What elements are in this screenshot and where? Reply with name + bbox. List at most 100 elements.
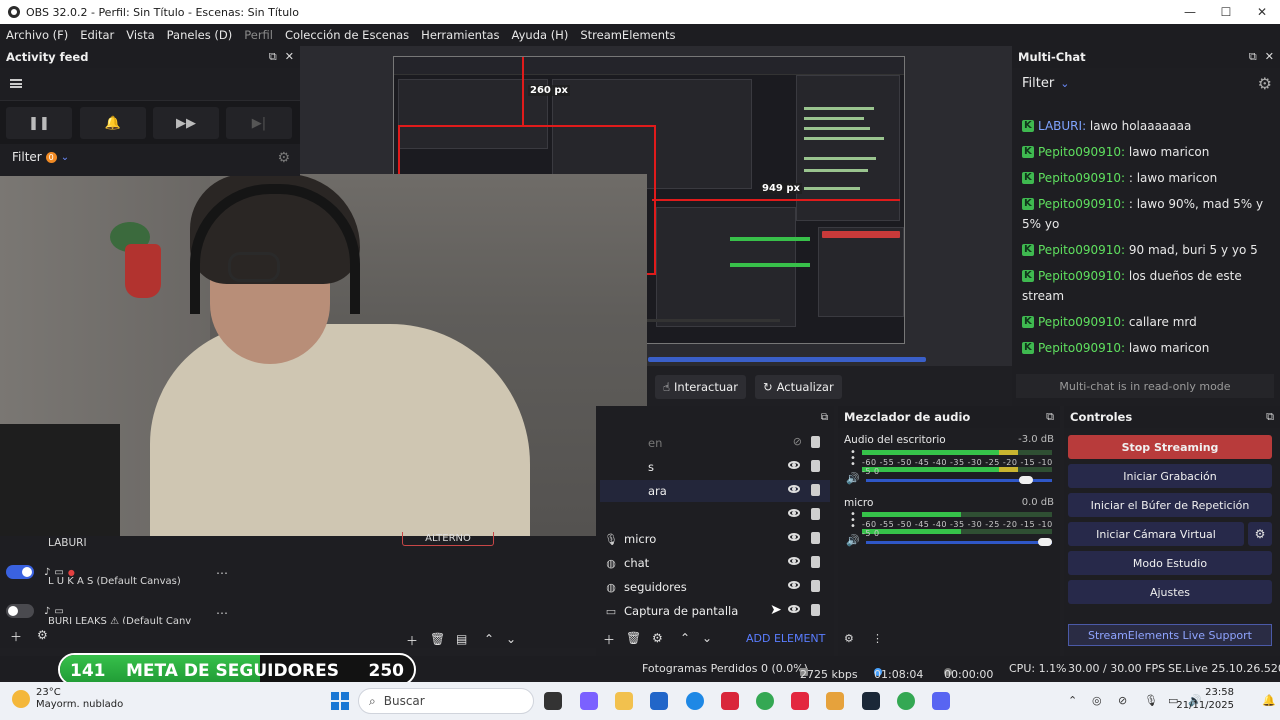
- more-icon[interactable]: ⋯: [216, 606, 228, 620]
- lock-icon[interactable]: [811, 484, 820, 496]
- lock-icon[interactable]: [811, 580, 820, 592]
- add-element-button[interactable]: ADD ELEMENT: [746, 632, 825, 645]
- interact-button[interactable]: ☝ Interactuar: [655, 375, 746, 399]
- gear-icon[interactable]: ⚙: [1258, 74, 1272, 93]
- volume-slider[interactable]: [866, 541, 1052, 544]
- add-icon[interactable]: ＋: [10, 628, 22, 645]
- down-icon[interactable]: ⌄: [506, 632, 516, 646]
- gear-icon[interactable]: ⚙: [1248, 522, 1272, 546]
- clock[interactable]: 23:58 21/11/2025: [1176, 686, 1234, 712]
- channel-menu-icon[interactable]: • • •: [850, 510, 856, 532]
- edge-icon[interactable]: [686, 692, 704, 710]
- preview-scrollbar[interactable]: [648, 357, 926, 362]
- volume-knob[interactable]: [1038, 538, 1052, 546]
- skip-icon[interactable]: ▶▶: [153, 107, 219, 139]
- eye-icon[interactable]: [788, 461, 800, 469]
- gear-icon[interactable]: ⚙: [37, 628, 48, 642]
- menu-streamelements[interactable]: StreamElements: [574, 28, 681, 42]
- weather-widget[interactable]: 23°C Mayorm. nublado: [12, 687, 123, 711]
- source-item-screen-capture[interactable]: ▭ Captura de pantalla: [600, 600, 830, 622]
- pause-icon[interactable]: ❚❚: [6, 107, 72, 139]
- notification-icon[interactable]: 🔔: [1262, 694, 1276, 707]
- windows-start-icon[interactable]: [331, 692, 349, 710]
- eye-icon[interactable]: [788, 557, 800, 565]
- source-item-micro[interactable]: 🎙 micro: [600, 528, 830, 550]
- tray-app-icon[interactable]: ⊘: [1118, 694, 1127, 707]
- up-icon[interactable]: ⌃: [680, 631, 690, 645]
- scene-item-laburi[interactable]: LABURI: [6, 532, 230, 554]
- lock-icon[interactable]: [811, 436, 820, 448]
- app-icon[interactable]: [721, 692, 739, 710]
- maximize-icon[interactable]: ☐: [1208, 0, 1244, 24]
- add-icon[interactable]: ＋: [406, 632, 418, 649]
- task-view-icon[interactable]: [544, 692, 562, 710]
- eye-icon[interactable]: [788, 509, 800, 517]
- tray-app-icon[interactable]: ◎: [1092, 694, 1102, 707]
- chrome-icon[interactable]: [897, 692, 915, 710]
- music-icon[interactable]: [791, 692, 809, 710]
- source-item[interactable]: en ⊘: [600, 432, 830, 454]
- menu-icon[interactable]: [10, 79, 22, 88]
- start-recording-button[interactable]: Iniciar Grabación: [1068, 464, 1272, 488]
- close-icon[interactable]: ✕: [1244, 0, 1280, 24]
- steam-icon[interactable]: [862, 692, 880, 710]
- scene-toggle[interactable]: [6, 604, 34, 618]
- trash-icon[interactable]: 🗑: [626, 631, 641, 645]
- menu-file[interactable]: Archivo (F): [0, 28, 74, 42]
- eye-icon[interactable]: [788, 485, 800, 493]
- close-dock-icon[interactable]: ✕: [1265, 50, 1274, 64]
- up-icon[interactable]: ⌃: [484, 632, 494, 646]
- chrome-icon[interactable]: [756, 692, 774, 710]
- store-icon[interactable]: [650, 692, 668, 710]
- source-item[interactable]: ara: [600, 480, 830, 502]
- menu-edit[interactable]: Editar: [74, 28, 120, 42]
- copilot-icon[interactable]: [580, 692, 598, 710]
- lock-icon[interactable]: [811, 460, 820, 472]
- close-dock-icon[interactable]: ✕: [285, 50, 294, 64]
- add-source-icon[interactable]: ＋: [603, 631, 615, 648]
- taskbar-search[interactable]: ⌕ Buscar: [358, 688, 534, 714]
- start-replay-buffer-button[interactable]: Iniciar el Búfer de Repetición: [1068, 493, 1272, 517]
- eye-hidden-icon[interactable]: ⊘: [793, 435, 802, 448]
- multichat-filter[interactable]: Filter ⌄: [1022, 76, 1069, 91]
- float-icon[interactable]: ⧉: [1046, 410, 1054, 424]
- discord-icon[interactable]: [932, 692, 950, 710]
- stop-streaming-button[interactable]: Stop Streaming: [1068, 435, 1272, 459]
- eye-icon[interactable]: [788, 581, 800, 589]
- app-icon[interactable]: [826, 692, 844, 710]
- skip-end-icon[interactable]: ▶|: [226, 107, 292, 139]
- more-icon[interactable]: ⋮: [872, 632, 883, 645]
- streamelements-support-button[interactable]: StreamElements Live Support: [1068, 624, 1272, 646]
- activity-filter[interactable]: Filter 0 ⌄: [12, 150, 69, 164]
- more-icon[interactable]: ⋯: [216, 566, 228, 580]
- scene-toggle[interactable]: [6, 565, 34, 579]
- menu-docks[interactable]: Paneles (D): [161, 28, 239, 42]
- file-explorer-icon[interactable]: [615, 692, 633, 710]
- source-item-chat[interactable]: ◍ chat: [600, 552, 830, 574]
- down-icon[interactable]: ⌄: [702, 631, 712, 645]
- webcam-source[interactable]: [0, 174, 647, 536]
- studio-mode-button[interactable]: Modo Estudio: [1068, 551, 1272, 575]
- settings-button[interactable]: Ajustes: [1068, 580, 1272, 604]
- float-icon[interactable]: ⧉: [821, 412, 828, 423]
- eye-icon[interactable]: [788, 605, 800, 613]
- menu-tools[interactable]: Herramientas: [415, 28, 505, 42]
- filter-icon[interactable]: ▤: [456, 632, 467, 646]
- lock-icon[interactable]: [811, 604, 820, 616]
- microphone-icon[interactable]: 🎙: [1144, 694, 1158, 707]
- lock-icon[interactable]: [811, 532, 820, 544]
- source-item[interactable]: [600, 504, 830, 526]
- menu-help[interactable]: Ayuda (H): [506, 28, 575, 42]
- tray-chevron-icon[interactable]: ⌃: [1068, 694, 1077, 707]
- channel-menu-icon[interactable]: • • •: [850, 448, 856, 470]
- trash-icon[interactable]: 🗑: [430, 632, 445, 646]
- menu-scene-collection[interactable]: Colección de Escenas: [279, 28, 415, 42]
- gear-icon[interactable]: ⚙: [277, 150, 290, 166]
- transition-label[interactable]: ALTERNO: [402, 532, 494, 546]
- minimize-icon[interactable]: —: [1172, 0, 1208, 24]
- lock-icon[interactable]: [811, 508, 820, 520]
- mixer-settings-icon[interactable]: ⚙: [844, 632, 854, 645]
- start-virtual-camera-button[interactable]: Iniciar Cámara Virtual: [1068, 522, 1244, 546]
- source-item[interactable]: s: [600, 456, 830, 478]
- lock-icon[interactable]: [811, 556, 820, 568]
